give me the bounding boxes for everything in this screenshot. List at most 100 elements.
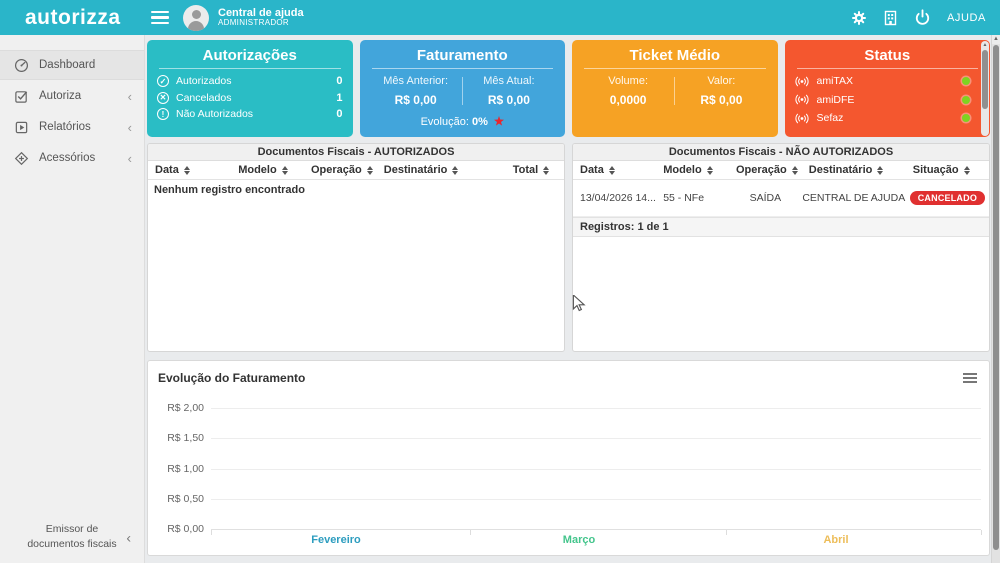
sidebar-item-label: Relatórios	[39, 121, 91, 133]
ticket-valor: Valor: R$ 0,00	[675, 75, 767, 107]
stat-value: R$ 0,00	[394, 93, 437, 107]
gridline: R$ 2,00	[156, 402, 981, 414]
column-header-destinatario[interactable]: Destinatário	[802, 161, 906, 179]
empty-table-message: Nenhum registro encontrado	[154, 184, 305, 196]
y-axis-label: R$ 1,00	[167, 462, 204, 475]
power-logout-icon[interactable]	[914, 9, 931, 26]
column-header-modelo[interactable]: Modelo	[656, 161, 729, 179]
chevron-collapse-icon: ‹	[126, 529, 131, 546]
scroll-up-arrow-icon[interactable]: ▲	[992, 35, 1000, 44]
y-axis-label: R$ 2,00	[167, 401, 204, 414]
scroll-up-arrow-icon[interactable]: ▲	[981, 41, 989, 49]
stat-label: Não Autorizados	[176, 108, 254, 120]
gridline: R$ 1,00	[156, 463, 981, 475]
scrollbar-thumb[interactable]	[993, 45, 999, 550]
column-header-data[interactable]: Data	[148, 161, 231, 179]
sidebar-footer-line1: Emissor de	[45, 522, 99, 535]
stat-value: 0	[336, 108, 343, 120]
column-header-operacao[interactable]: Operação	[729, 161, 802, 179]
authorize-icon	[15, 90, 28, 103]
sort-icon	[791, 165, 798, 175]
scrollbar-thumb[interactable]	[982, 50, 988, 109]
status-row-sefaz: Sefaz	[794, 112, 981, 124]
y-axis-label: R$ 0,00	[167, 522, 204, 535]
user-info[interactable]: Central de ajuda ADMINISTRADOR	[218, 7, 304, 28]
stat-label: Valor:	[707, 75, 736, 87]
sidebar-item-label: Autoriza	[39, 90, 82, 102]
chevron-left-icon: ‹	[127, 150, 132, 166]
sidebar-footer-emissor[interactable]: Emissor de documentos fiscais ‹	[0, 514, 144, 563]
cell-data: 13/04/2026 14...	[580, 192, 656, 204]
stat-value: R$ 0,00	[487, 93, 530, 107]
gridline: R$ 1,50	[156, 432, 981, 444]
stat-label: Mês Anterior:	[383, 75, 449, 87]
stat-row-autorizados: ✓ Autorizados 0	[157, 75, 343, 87]
sort-icon	[281, 165, 288, 175]
cell-modelo: 55 - NFe	[663, 192, 705, 204]
cell-destinatario: CENTRAL DE AJUDA	[802, 192, 906, 204]
sidebar-item-autoriza[interactable]: Autoriza ‹	[0, 81, 144, 111]
card-title: Ticket Médio	[629, 47, 721, 64]
legend-item-abril[interactable]: Abril	[823, 534, 848, 546]
faturamento-mes-atual: Mês Atual: R$ 0,00	[463, 75, 555, 107]
top-header-bar: autorizza Central de ajuda ADMINISTRADOR	[0, 0, 1000, 35]
check-circle-icon: ✓	[157, 75, 169, 87]
sidebar-item-label: Acessórios	[39, 152, 96, 164]
card-ticket-medio: Ticket Médio Volume: 0,0000 Valor: R$ 0,…	[572, 40, 778, 137]
main-vertical-scrollbar[interactable]: ▲	[991, 35, 1000, 563]
x-circle-icon: ✕	[157, 91, 169, 104]
cell-situacao: CANCELADO	[906, 191, 989, 205]
main-content: Autorizações ✓ Autorizados 0 ✕ Cancelado…	[145, 35, 1000, 563]
sort-icon	[877, 165, 884, 175]
broadcast-icon	[794, 94, 809, 105]
sidebar-item-acessorios[interactable]: Acessórios ‹	[0, 143, 144, 173]
user-avatar[interactable]	[183, 4, 209, 31]
document-tables-row: Documentos Fiscais - AUTORIZADOS Data Mo…	[147, 143, 990, 352]
column-header-operacao[interactable]: Operação	[304, 161, 377, 179]
x-axis-tick	[211, 530, 212, 535]
y-axis-label: R$ 1,50	[167, 431, 204, 444]
summary-cards-row: Autorizações ✓ Autorizados 0 ✕ Cancelado…	[147, 40, 990, 137]
status-label: Sefaz	[816, 112, 844, 124]
menu-toggle-icon[interactable]	[151, 11, 169, 24]
chart-context-menu-icon[interactable]	[963, 373, 977, 383]
column-header-total[interactable]: Total	[506, 161, 564, 179]
sort-icon	[452, 165, 459, 175]
cell-operacao: SAÍDA	[749, 192, 782, 204]
sidebar-item-dashboard[interactable]: Dashboard	[0, 50, 144, 80]
status-online-dot	[962, 114, 970, 122]
stat-label: Evolução:	[420, 116, 469, 128]
company-building-icon[interactable]	[883, 10, 898, 26]
x-axis-tick	[470, 530, 471, 535]
table-title: Documentos Fiscais - AUTORIZADOS	[148, 144, 564, 161]
column-header-situacao[interactable]: Situação	[906, 161, 989, 179]
gridline: R$ 0,50	[156, 493, 981, 505]
column-header-destinatario[interactable]: Destinatário	[377, 161, 506, 179]
status-label: amiTAX	[816, 75, 854, 87]
sidebar-navigation: Dashboard Autoriza ‹ Relatórios ‹ Acessó…	[0, 35, 145, 563]
chevron-left-icon: ‹	[127, 88, 132, 104]
column-header-data[interactable]: Data	[573, 161, 656, 179]
card-title: Status	[864, 47, 911, 64]
legend-item-marco[interactable]: Março	[563, 534, 595, 546]
help-link[interactable]: AJUDA	[947, 12, 986, 24]
chevron-left-icon: ‹	[127, 119, 132, 135]
legend-item-fevereiro[interactable]: Fevereiro	[311, 534, 361, 546]
status-row-amidfe: amiDFE	[794, 93, 981, 106]
stat-label: Mês Atual:	[483, 75, 535, 87]
table-header-row: Data Modelo Operação Destinatário Total	[148, 161, 564, 180]
status-card-scrollbar[interactable]: ▲	[981, 41, 989, 136]
faturamento-mes-anterior: Mês Anterior: R$ 0,00	[370, 75, 462, 107]
card-autorizacoes: Autorizações ✓ Autorizados 0 ✕ Cancelado…	[147, 40, 353, 137]
faturamento-evolucao: Evolução: 0%	[370, 116, 556, 128]
exclamation-circle-icon: !	[157, 108, 169, 120]
column-header-modelo[interactable]: Modelo	[231, 161, 304, 179]
status-label: amiDFE	[816, 93, 855, 106]
star-indicator-icon	[493, 116, 504, 126]
sidebar-item-relatorios[interactable]: Relatórios ‹	[0, 112, 144, 142]
app-screen: autorizza Central de ajuda ADMINISTRADOR	[0, 0, 1000, 563]
table-row[interactable]: 13/04/2026 14... 55 - NFe SAÍDA CENTRAL …	[573, 180, 989, 217]
settings-gear-icon[interactable]	[851, 10, 867, 26]
stat-label: Cancelados	[176, 91, 232, 104]
broadcast-icon	[794, 113, 809, 123]
